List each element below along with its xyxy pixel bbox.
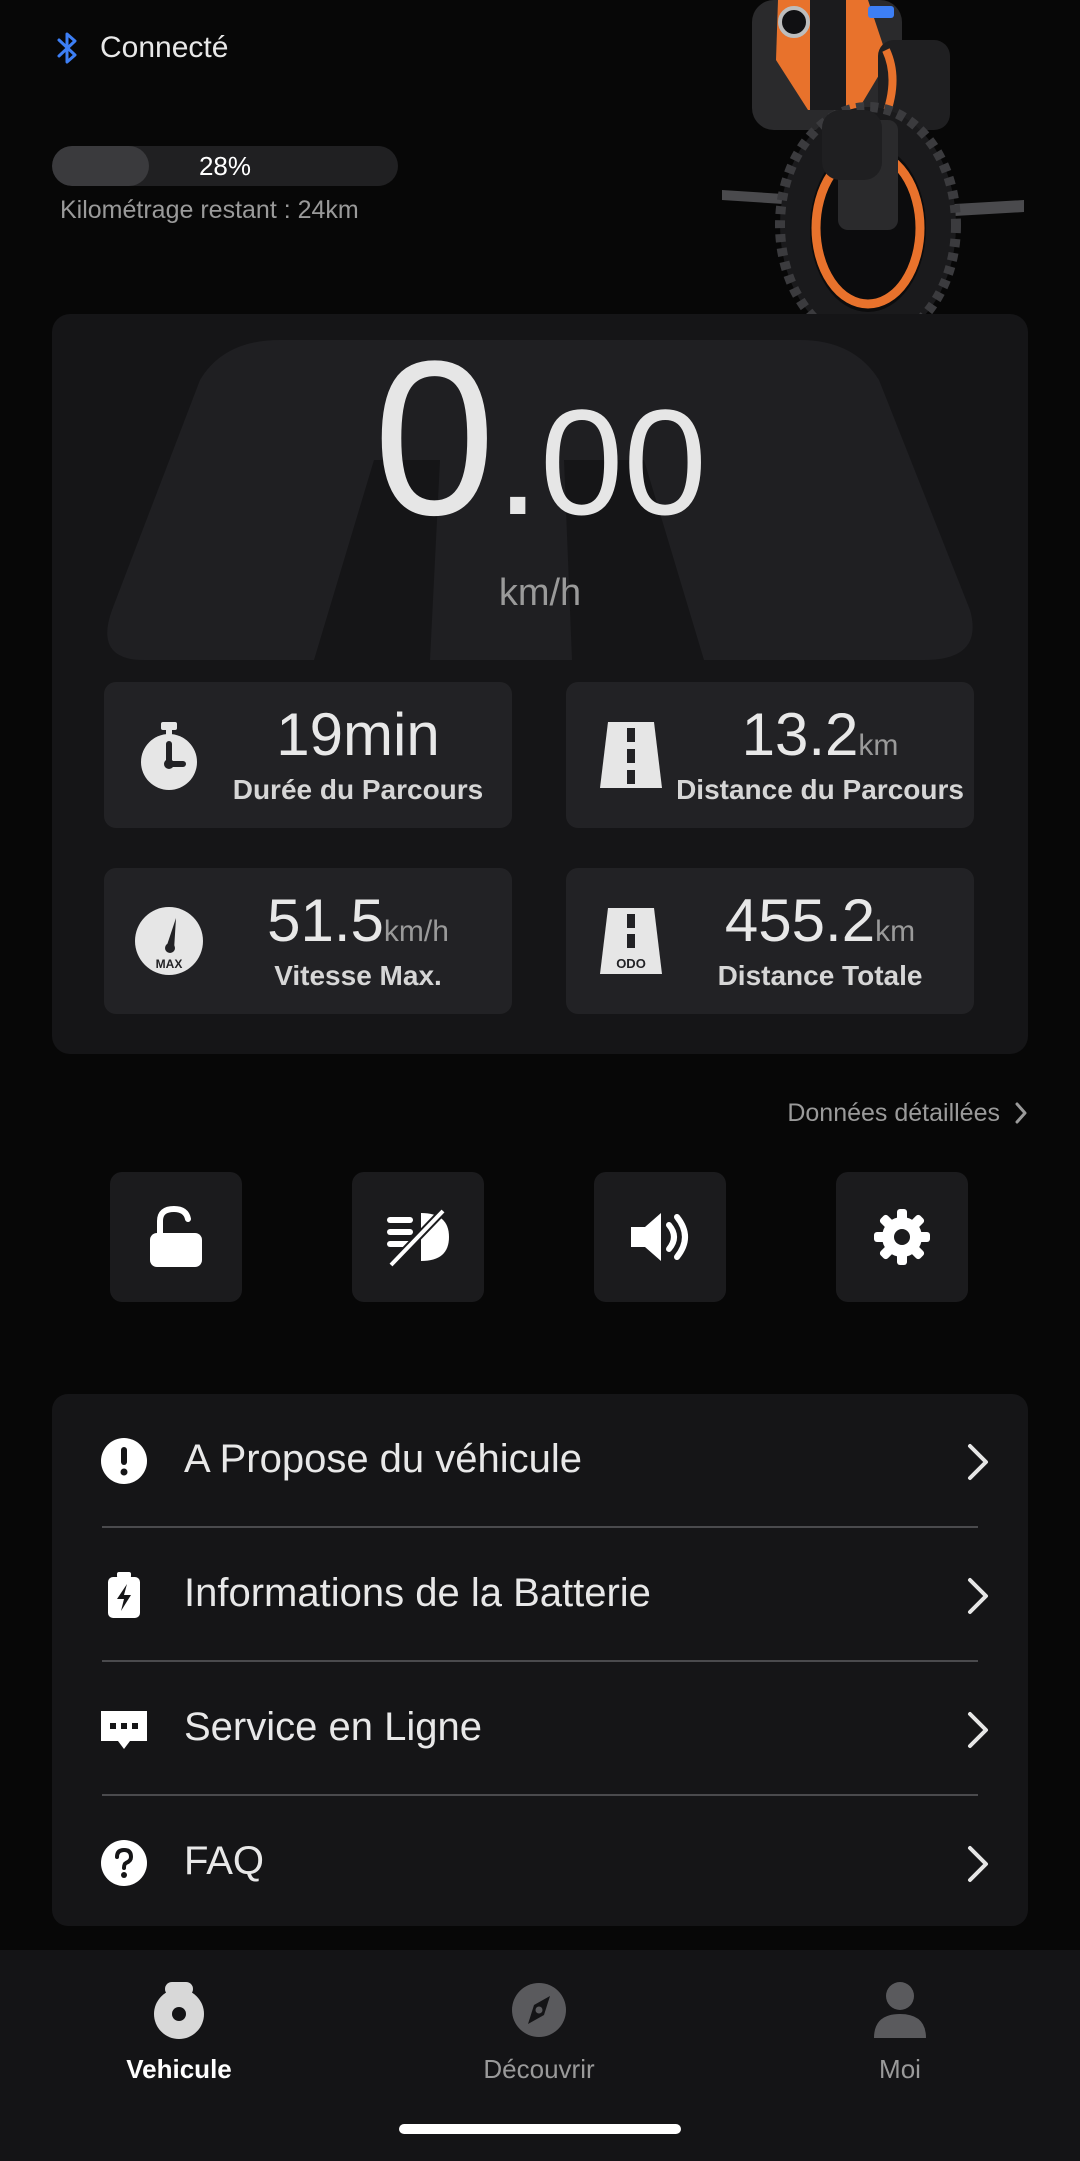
- chevron-right-icon: [968, 1578, 988, 1614]
- stat-total-distance: ODO 455.2km Distance Totale: [566, 868, 974, 1014]
- stat-unit: km/h: [383, 915, 449, 948]
- nav-label: Moi: [879, 2054, 921, 2084]
- info-icon: [101, 1438, 147, 1484]
- speed-unit: km/h: [498, 572, 582, 614]
- stat-label: Durée du Parcours: [232, 774, 484, 805]
- stat-label: Vitesse Max.: [274, 960, 442, 991]
- vehicle-image: [722, 0, 1024, 348]
- stat-value: 455.2: [724, 887, 876, 954]
- nav-tab-moi[interactable]: Moi: [790, 1980, 1010, 2100]
- menu-item-label: A Propose du véhicule: [184, 1437, 583, 1481]
- menu-item-faq[interactable]: FAQ: [52, 1796, 1028, 1929]
- chat-icon: [101, 1711, 147, 1749]
- stat-trip-duration: 19min Durée du Parcours: [104, 682, 512, 828]
- speed-integer: 0: [373, 315, 496, 561]
- vehicle-menu: A Propose du véhicule Informations de la…: [52, 1394, 1028, 1926]
- nav-tab-decouvrir[interactable]: Découvrir: [429, 1980, 649, 2100]
- home-indicator[interactable]: [399, 2124, 681, 2134]
- nav-label: Découvrir: [483, 2054, 595, 2084]
- bluetooth-icon: [57, 32, 77, 64]
- chevron-right-icon: [968, 1846, 988, 1882]
- speedometer-max-icon: MAX: [135, 907, 203, 975]
- stat-max-speed: MAX 51.5km/h Vitesse Max.: [104, 868, 512, 1014]
- menu-item-online-service[interactable]: Service en Ligne: [52, 1662, 1028, 1795]
- road-icon: [600, 722, 662, 788]
- light-toggle-button[interactable]: [352, 1172, 484, 1302]
- max-badge: MAX: [156, 957, 183, 971]
- menu-item-label: FAQ: [184, 1839, 265, 1883]
- stat-label: Distance du Parcours: [676, 774, 964, 805]
- gear-icon: [874, 1209, 930, 1265]
- chevron-right-icon: [1015, 1102, 1027, 1124]
- odometer-road-icon: ODO: [600, 908, 662, 974]
- light-off-icon: [387, 1208, 449, 1267]
- menu-item-about-vehicle[interactable]: A Propose du véhicule: [52, 1394, 1028, 1527]
- stat-value: 19min: [276, 701, 440, 768]
- stat-value: 13.2: [741, 701, 859, 768]
- stat-trip-distance: 13.2km Distance du Parcours: [566, 682, 974, 828]
- nav-tab-vehicule[interactable]: Vehicule: [69, 1980, 289, 2100]
- battery-bar: 28%: [52, 146, 398, 186]
- menu-item-label: Service en Ligne: [184, 1705, 482, 1749]
- stat-unit: km: [858, 729, 899, 762]
- stat-value: 51.5: [267, 887, 384, 954]
- menu-item-battery-info[interactable]: Informations de la Batterie: [52, 1528, 1028, 1661]
- wheel-icon: [154, 1982, 204, 2039]
- nav-label: Vehicule: [126, 2054, 232, 2084]
- stopwatch-icon: [141, 722, 197, 790]
- chevron-right-icon: [968, 1712, 988, 1748]
- speed-card: 0.00 km/h 19min Durée du Parcours 13.2km…: [52, 314, 1028, 1054]
- speed-decimal: 00: [539, 378, 707, 546]
- person-icon: [874, 1982, 926, 2038]
- question-icon: [101, 1840, 147, 1886]
- chevron-right-icon: [968, 1444, 988, 1480]
- speed-decimal-point: .: [495, 369, 540, 548]
- volume-icon: [631, 1213, 688, 1261]
- settings-button[interactable]: [836, 1172, 968, 1302]
- stat-unit: km: [875, 915, 916, 948]
- volume-button[interactable]: [594, 1172, 726, 1302]
- current-speed: 0.00: [52, 328, 1028, 548]
- odo-badge: ODO: [616, 956, 646, 971]
- bottom-navigation: Vehicule Découvrir Moi: [0, 1950, 1080, 2161]
- detailed-data-label: Données détaillées: [787, 1098, 1000, 1127]
- unlock-icon: [150, 1205, 202, 1267]
- battery-percent: 28%: [198, 150, 252, 181]
- menu-item-label: Informations de la Batterie: [184, 1571, 651, 1615]
- connection-label: Connecté: [100, 31, 229, 64]
- stat-label: Distance Totale: [717, 960, 923, 991]
- lock-toggle-button[interactable]: [110, 1172, 242, 1302]
- compass-icon: [512, 1983, 566, 2037]
- detailed-data-link[interactable]: Données détaillées: [787, 1096, 1028, 1130]
- battery-icon: [108, 1572, 140, 1618]
- connection-status: Connecté: [56, 28, 228, 68]
- remaining-range: Kilométrage restant : 24km: [60, 196, 359, 224]
